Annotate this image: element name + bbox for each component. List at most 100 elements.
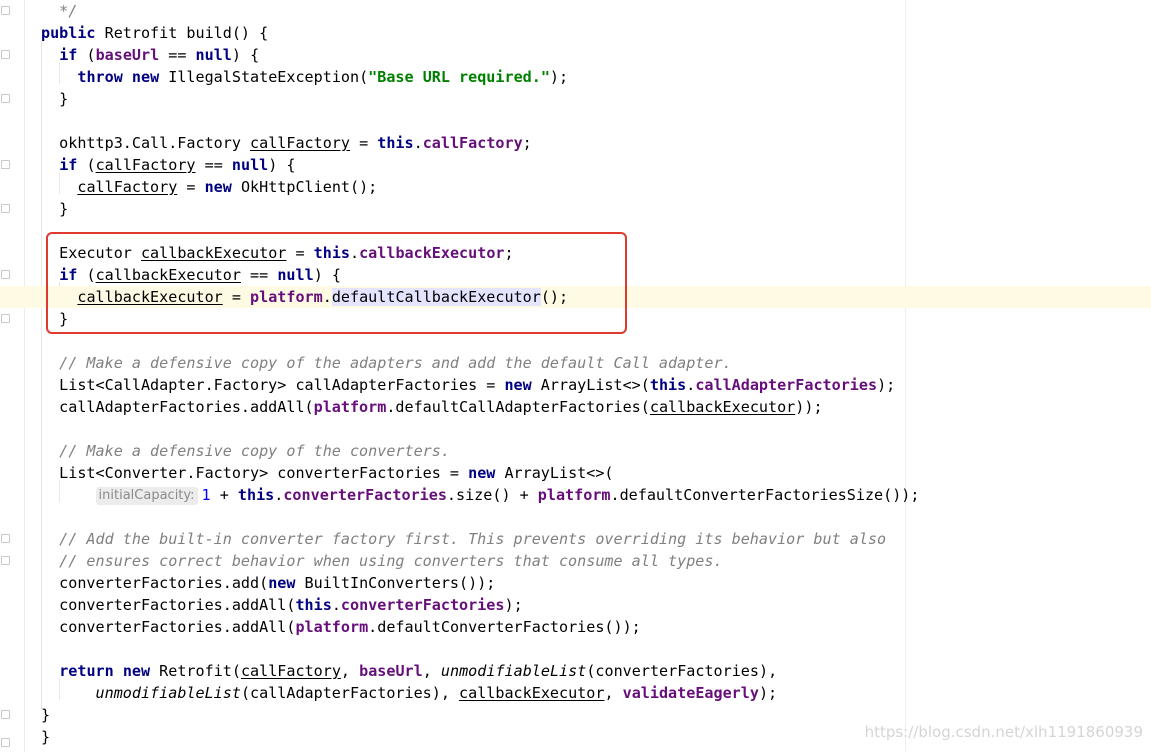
code-token: platform — [537, 486, 611, 504]
code-token: = — [349, 134, 378, 152]
code-token: validateEagerly — [622, 684, 759, 702]
code-line[interactable] — [0, 638, 1151, 660]
code-line[interactable]: } — [0, 88, 1151, 110]
code-token: BuiltInConverters()); — [295, 574, 496, 592]
code-token: new — [468, 464, 496, 482]
code-token: callbackExecutor — [459, 684, 605, 702]
code-line[interactable]: if (baseUrl == null) { — [0, 44, 1151, 66]
code-token: List<Converter.Factory> converterFactori… — [41, 464, 469, 482]
code-token: .defaultConverterFactories()); — [368, 618, 641, 636]
code-token: if — [59, 46, 78, 64]
code-token: ArrayList<>( — [531, 376, 650, 394]
code-token: null — [195, 46, 232, 64]
code-token: , — [340, 662, 360, 680]
code-token: converterFactories — [340, 596, 505, 614]
code-token: callAdapterFactories — [695, 376, 878, 394]
code-line[interactable]: */ — [0, 0, 1151, 22]
code-token: ) { — [268, 156, 296, 174]
code-line[interactable] — [0, 418, 1151, 440]
code-line[interactable]: // Add the built-in converter factory fi… — [0, 528, 1151, 550]
code-token: callAdapterFactories.addAll( — [41, 398, 314, 416]
code-token: (converterFactories), — [586, 662, 778, 680]
code-token: throw — [77, 68, 123, 86]
code-token: (callAdapterFactories), — [240, 684, 460, 702]
code-token: } — [41, 200, 69, 218]
code-token: // Make a defensive copy of the adapters… — [41, 354, 732, 372]
code-token: ) { — [231, 46, 260, 64]
code-token: , — [422, 662, 441, 680]
code-token: this — [649, 376, 687, 394]
code-line[interactable]: List<CallAdapter.Factory> callAdapterFac… — [0, 374, 1151, 396]
code-token: ); — [758, 684, 778, 702]
code-token: platform — [313, 398, 387, 416]
code-token: + — [210, 486, 238, 504]
code-token: Retrofit( — [150, 662, 241, 680]
code-token: ; — [522, 134, 532, 152]
code-token: .size() + — [446, 486, 538, 504]
code-token: IllegalStateException( — [159, 68, 369, 86]
code-token: == — [195, 156, 232, 174]
code-token: // ensures correct behavior when using c… — [41, 552, 723, 570]
code-token: Retrofit build() { — [95, 24, 269, 42]
code-token: . — [331, 596, 341, 614]
code-token: List<CallAdapter.Factory> callAdapterFac… — [41, 376, 505, 394]
code-line[interactable]: return new Retrofit(callFactory, baseUrl… — [0, 660, 1151, 682]
code-token: ); — [877, 376, 896, 394]
code-token: platform — [295, 618, 369, 636]
code-token: )); — [795, 398, 823, 416]
code-token: == — [159, 46, 196, 64]
code-token: converterFactories.addAll( — [41, 618, 296, 636]
code-line[interactable]: // ensures correct behavior when using c… — [0, 550, 1151, 572]
code-token: baseUrl — [95, 46, 160, 64]
code-token: } — [41, 728, 51, 746]
code-token: callFactory — [95, 156, 196, 174]
code-token: 1 — [201, 486, 211, 504]
watermark: https://blog.csdn.net/xlh1191860939 — [864, 723, 1143, 741]
code-line[interactable]: } — [0, 198, 1151, 220]
code-token: .defaultConverterFactoriesSize()); — [610, 486, 920, 504]
code-token: new — [204, 178, 232, 196]
code-line[interactable]: converterFactories.addAll(this.converter… — [0, 594, 1151, 616]
code-line[interactable]: initialCapacity: 1 + this.converterFactor… — [0, 484, 1151, 506]
code-token: unmodifiableList — [95, 684, 241, 702]
code-token: return — [59, 662, 114, 680]
code-line[interactable]: okhttp3.Call.Factory callFactory = this.… — [0, 132, 1151, 154]
code-line[interactable]: callAdapterFactories.addAll(platform.def… — [0, 396, 1151, 418]
code-token: callFactory — [250, 134, 350, 152]
code-line[interactable]: public Retrofit build() { — [0, 22, 1151, 44]
code-token: this — [237, 486, 275, 504]
code-token: OkHttpClient(); — [231, 178, 378, 196]
code-token: okhttp3.Call.Factory — [41, 134, 251, 152]
code-token: // Make a defensive copy of the converte… — [41, 442, 450, 460]
code-line[interactable]: throw new IllegalStateException("Base UR… — [0, 66, 1151, 88]
code-token: if — [59, 156, 78, 174]
code-line[interactable]: // Make a defensive copy of the adapters… — [0, 352, 1151, 374]
code-token: ); — [504, 596, 523, 614]
code-token: } — [41, 90, 69, 108]
code-token: . — [413, 134, 423, 152]
code-token: converterFactories.addAll( — [41, 596, 296, 614]
code-line[interactable]: unmodifiableList(callAdapterFactories), … — [0, 682, 1151, 704]
code-line[interactable]: if (callFactory == null) { — [0, 154, 1151, 176]
code-token: null — [231, 156, 269, 174]
code-token: converterFactories.add( — [41, 574, 269, 592]
code-line[interactable]: // Make a defensive copy of the converte… — [0, 440, 1151, 462]
code-line[interactable]: List<Converter.Factory> converterFactori… — [0, 462, 1151, 484]
code-token: callFactory — [77, 178, 178, 196]
code-line[interactable]: converterFactories.add(new BuiltInConver… — [0, 572, 1151, 594]
code-line[interactable] — [0, 506, 1151, 528]
code-token: . — [686, 376, 696, 394]
code-line[interactable]: callFactory = new OkHttpClient(); — [0, 176, 1151, 198]
code-line[interactable]: converterFactories.addAll(platform.defau… — [0, 616, 1151, 638]
code-token: ); — [549, 68, 569, 86]
code-token: ArrayList<>( — [495, 464, 614, 482]
code-token: new — [268, 574, 296, 592]
code-token: .defaultCallAdapterFactories( — [386, 398, 650, 416]
code-line[interactable] — [0, 110, 1151, 132]
